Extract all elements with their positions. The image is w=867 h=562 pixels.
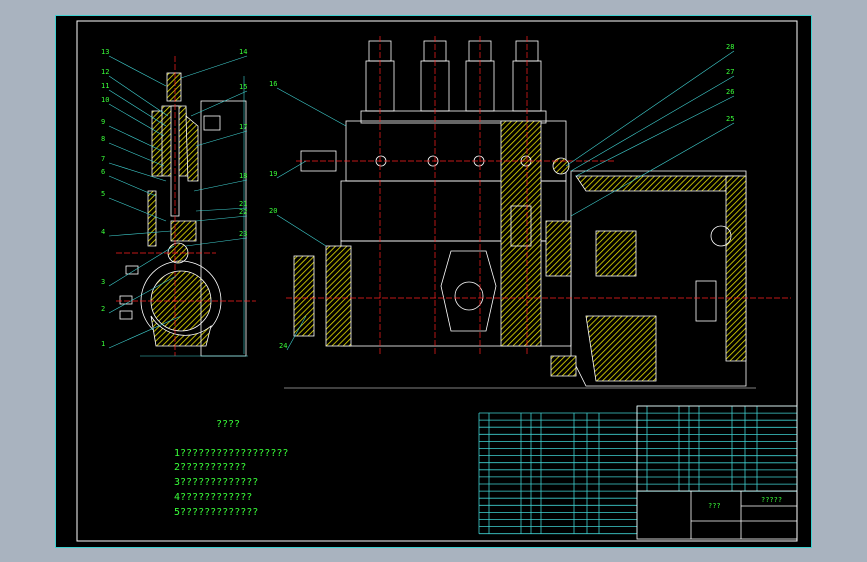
parts-list-right bbox=[636, 405, 798, 492]
part-label: 16 bbox=[269, 80, 277, 88]
part-label: 1 bbox=[101, 340, 105, 348]
part-label: 5 bbox=[101, 190, 105, 198]
leader-line bbox=[575, 95, 735, 177]
part-label: 3 bbox=[101, 278, 105, 286]
part-label: 22 bbox=[239, 208, 247, 216]
drawing-title: ??? bbox=[708, 502, 721, 510]
leader-line bbox=[570, 75, 735, 172]
cad-drawing-canvas: 13 12 11 10 9 8 7 6 5 4 3 2 1 14 15 17 18 21 22 23 16 19 20 24 2… bbox=[55, 15, 812, 548]
part-label: 27 bbox=[726, 68, 734, 76]
part-label: 2 bbox=[101, 305, 105, 313]
part-label: 18 bbox=[239, 172, 247, 180]
part-label: 4 bbox=[101, 228, 105, 236]
part-label: 23 bbox=[239, 230, 247, 238]
leader-line bbox=[276, 87, 347, 127]
part-label: 8 bbox=[101, 135, 105, 143]
part-label: 21 bbox=[239, 200, 247, 208]
part-label: 9 bbox=[101, 118, 105, 126]
part-label: 19 bbox=[269, 170, 277, 178]
part-label: 10 bbox=[101, 96, 109, 104]
part-label: 15 bbox=[239, 83, 247, 91]
leader-line bbox=[180, 55, 248, 79]
leader-line bbox=[276, 160, 307, 179]
part-label: 11 bbox=[101, 82, 109, 90]
note-3: 3????????????? bbox=[174, 477, 259, 488]
part-label: 25 bbox=[726, 115, 734, 123]
leader-line bbox=[195, 215, 248, 222]
note-2: 2??????????? bbox=[174, 462, 247, 473]
leader-line bbox=[193, 179, 248, 192]
leader-line bbox=[195, 130, 248, 147]
part-label: 17 bbox=[239, 123, 247, 131]
parts-list-left bbox=[478, 412, 638, 535]
leader-line bbox=[108, 230, 172, 237]
assembly-drawing: 1312111098765432114151718212223161920242… bbox=[76, 20, 798, 542]
main-view bbox=[293, 40, 747, 387]
leader-line bbox=[108, 197, 167, 222]
leader-line bbox=[108, 175, 157, 197]
part-label: 13 bbox=[101, 48, 109, 56]
part-label: 20 bbox=[269, 207, 277, 215]
part-label: 6 bbox=[101, 168, 105, 176]
part-label: 26 bbox=[726, 88, 734, 96]
notes-title: ???? bbox=[216, 419, 241, 430]
part-label: 28 bbox=[726, 43, 734, 51]
leader-line bbox=[276, 214, 327, 247]
part-label: 14 bbox=[239, 48, 247, 56]
leader-line bbox=[190, 90, 248, 117]
leader-line bbox=[108, 75, 169, 117]
title-block bbox=[636, 405, 798, 540]
part-label: 12 bbox=[101, 68, 109, 76]
note-4: 4???????????? bbox=[174, 492, 253, 503]
section-view bbox=[119, 72, 247, 357]
company-name: ????? bbox=[761, 496, 782, 504]
note-1: 1?????????????????? bbox=[174, 448, 289, 459]
note-5: 5????????????? bbox=[174, 507, 259, 518]
part-label: 24 bbox=[279, 342, 287, 350]
part-label: 7 bbox=[101, 155, 105, 163]
